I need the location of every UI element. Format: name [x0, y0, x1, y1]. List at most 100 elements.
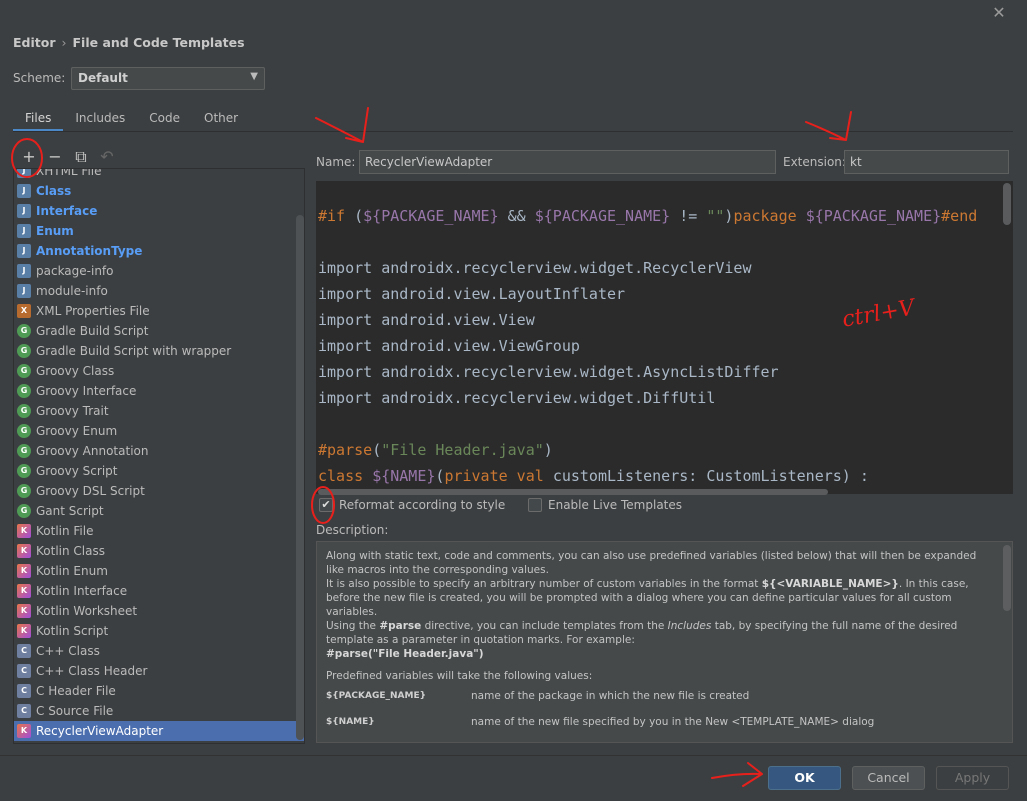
kotlin-icon: K	[17, 724, 31, 738]
xml-file-icon: X	[17, 304, 31, 318]
description-para-2: It is also possible to specify an arbitr…	[326, 578, 969, 618]
code-line: #if (${PACKAGE_NAME} && ${PACKAGE_NAME} …	[318, 207, 978, 225]
template-item-label: Groovy Interface	[36, 384, 137, 398]
tab-includes[interactable]: Includes	[63, 108, 137, 132]
template-item-label: Kotlin Enum	[36, 564, 108, 578]
breadcrumb-section[interactable]: Editor	[13, 35, 56, 50]
code-line: import android.view.LayoutInflater	[318, 285, 626, 303]
template-item[interactable]: G Gradle Build Script with wrapper	[14, 341, 304, 361]
reformat-label[interactable]: Reformat according to style	[339, 498, 505, 512]
template-item[interactable]: C C++ Class Header	[14, 661, 304, 681]
reset-template-button[interactable]: ↶	[97, 147, 117, 167]
code-line: #parse("File Header.java")	[318, 441, 553, 459]
template-item[interactable]: K Kotlin Worksheet	[14, 601, 304, 621]
template-item[interactable]: J AnnotationType	[14, 241, 304, 261]
template-item-label: AnnotationType	[36, 244, 143, 258]
template-item[interactable]: K Kotlin Interface	[14, 581, 304, 601]
live-templates-checkbox[interactable]	[528, 498, 542, 512]
template-item-label: package-info	[36, 264, 114, 278]
tab-divider	[13, 131, 1013, 132]
ok-button[interactable]: OK	[768, 766, 841, 790]
variable-row: ${NAME} name of the new file specified b…	[326, 715, 994, 729]
template-item[interactable]: K Kotlin Class	[14, 541, 304, 561]
description-para-3: Using the #parse directive, you can incl…	[326, 620, 958, 646]
template-item-label: Class	[36, 184, 72, 198]
template-item-label: C++ Class	[36, 644, 100, 658]
template-toolbar: + − ⧉ ↶	[13, 146, 305, 168]
annotation-arrow-extension	[805, 111, 852, 141]
code-line: import android.view.ViewGroup	[318, 337, 580, 355]
template-item-label: module-info	[36, 284, 108, 298]
reformat-checkbox[interactable]: ✔	[319, 498, 333, 512]
template-item[interactable]: G Groovy Interface	[14, 381, 304, 401]
template-item[interactable]: J Enum	[14, 221, 304, 241]
description-example: #parse("File Header.java")	[326, 648, 484, 660]
cancel-button[interactable]: Cancel	[852, 766, 925, 790]
template-item[interactable]: G Gant Script	[14, 501, 304, 521]
template-item[interactable]: G Groovy Trait	[14, 401, 304, 421]
template-item[interactable]: K Kotlin Enum	[14, 561, 304, 581]
template-item[interactable]: G Groovy Script	[14, 461, 304, 481]
scheme-label: Scheme:	[13, 71, 66, 85]
groovy-icon: G	[17, 464, 31, 478]
name-input[interactable]	[359, 150, 776, 174]
cpp-icon: C	[17, 684, 31, 698]
scheme-select[interactable]: Default ▼	[71, 67, 265, 90]
template-list[interactable]: J XHTML File J Class J Interface J Enum J Annotat…	[13, 168, 305, 744]
template-item-label: C Header File	[36, 684, 116, 698]
live-templates-label[interactable]: Enable Live Templates	[548, 498, 682, 512]
template-item[interactable]: G Groovy Class	[14, 361, 304, 381]
tab-files[interactable]: Files	[13, 108, 64, 132]
template-item[interactable]: G Groovy DSL Script	[14, 481, 304, 501]
editor-vertical-scrollbar[interactable]	[1003, 183, 1011, 225]
footer-divider	[0, 755, 1027, 756]
template-item-label: Gradle Build Script with wrapper	[36, 344, 232, 358]
template-item[interactable]: K RecyclerViewAdapter	[14, 721, 304, 741]
kotlin-icon: K	[17, 624, 31, 638]
code-line: import androidx.recyclerview.widget.Recy…	[318, 259, 752, 277]
template-item[interactable]: C C Header File	[14, 681, 304, 701]
template-code-editor[interactable]: #if (${PACKAGE_NAME} && ${PACKAGE_NAME} …	[316, 181, 1013, 494]
template-item-label: C Source File	[36, 704, 114, 718]
cpp-icon: C	[17, 664, 31, 678]
java-file-icon: J	[17, 224, 31, 238]
copy-template-button[interactable]: ⧉	[71, 147, 91, 167]
java-file-icon: J	[17, 169, 31, 178]
template-item[interactable]: G Groovy Enum	[14, 421, 304, 441]
tab-code[interactable]: Code	[137, 108, 192, 132]
template-item-label: Kotlin Interface	[36, 584, 128, 598]
template-item[interactable]: G Groovy Annotation	[14, 441, 304, 461]
extension-input[interactable]	[844, 150, 1009, 174]
java-file-icon: J	[17, 284, 31, 298]
cpp-icon: C	[17, 644, 31, 658]
groovy-icon: G	[17, 384, 31, 398]
template-item[interactable]: K Kotlin File	[14, 521, 304, 541]
code-line: class ${NAME}(private val customListener…	[318, 467, 869, 485]
cpp-icon: C	[17, 704, 31, 718]
tab-other[interactable]: Other	[192, 108, 250, 132]
template-item[interactable]: G Gradle Build Script	[14, 321, 304, 341]
template-item[interactable]: C C Source File	[14, 701, 304, 721]
template-item-label: Kotlin Class	[36, 544, 105, 558]
template-item[interactable]: X XML Properties File	[14, 301, 304, 321]
close-icon[interactable]: ✕	[990, 4, 1008, 22]
apply-button[interactable]: Apply	[936, 766, 1009, 790]
template-item[interactable]: Jpackage-info	[14, 261, 304, 281]
template-item[interactable]: Jmodule-info	[14, 281, 304, 301]
variable-row: ${PACKAGE_NAME} name of the package in w…	[326, 689, 994, 703]
template-item-label: Groovy Class	[36, 364, 115, 378]
add-template-button[interactable]: +	[19, 147, 39, 167]
remove-template-button[interactable]: −	[45, 147, 65, 167]
template-item[interactable]: J XHTML File	[14, 169, 304, 181]
description-scrollbar[interactable]	[1003, 545, 1011, 611]
editor-horizontal-scrollbar[interactable]	[318, 489, 828, 495]
name-label: Name:	[316, 155, 356, 169]
template-item[interactable]: J Class	[14, 181, 304, 201]
template-item[interactable]: J Interface	[14, 201, 304, 221]
template-item[interactable]: C C++ Class	[14, 641, 304, 661]
variable-description: name of the new file specified by you in…	[471, 716, 875, 728]
kotlin-icon: K	[17, 524, 31, 538]
template-item[interactable]: K Kotlin Script	[14, 621, 304, 641]
template-list-scrollbar[interactable]	[296, 215, 304, 740]
annotation-arrow-name	[315, 107, 369, 143]
